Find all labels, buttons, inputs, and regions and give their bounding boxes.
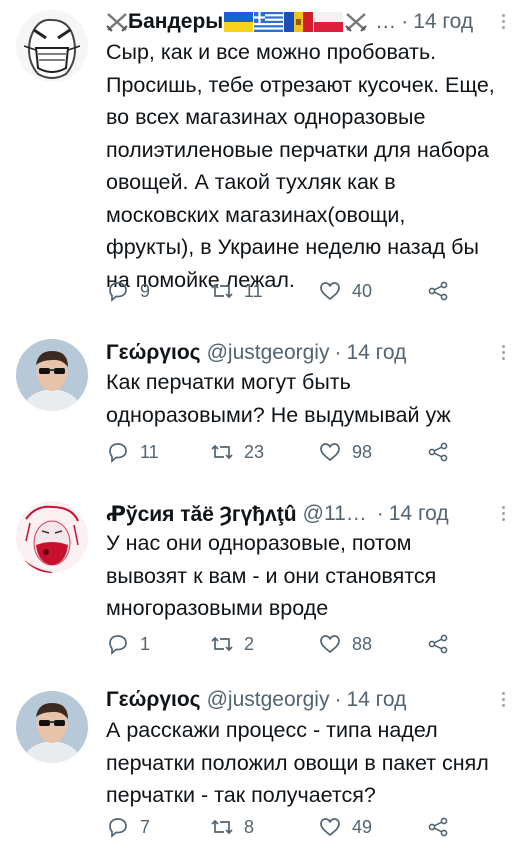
display-name[interactable]: Бандеры xyxy=(106,10,367,34)
user-photo-icon xyxy=(16,339,88,411)
like-count: 40 xyxy=(352,280,373,301)
more-icon[interactable] xyxy=(502,14,508,29)
reply-icon xyxy=(109,818,127,838)
crossed-swords-icon xyxy=(106,13,128,32)
timestamp[interactable]: 14 год xyxy=(346,688,406,712)
share-button[interactable] xyxy=(426,279,450,303)
retweet-count: 23 xyxy=(244,441,265,462)
retweet-icon xyxy=(211,636,233,652)
reply-button[interactable]: 11 xyxy=(106,440,159,464)
tweet-text: Как перчатки могут быть одноразовыми? Не… xyxy=(106,370,451,427)
like-button[interactable]: 40 xyxy=(318,279,372,303)
display-name[interactable]: Ꝓўсия тӑё Ȝгүђʌţû xyxy=(106,502,297,527)
handle[interactable]: @justgeorgiy xyxy=(207,688,330,712)
tweet-4[interactable]: Γεώργιος @justgeorgiy · 14 год А расскаж… xyxy=(0,675,526,858)
share-icon xyxy=(428,442,448,462)
display-name[interactable]: Γεώργιος xyxy=(106,341,201,365)
like-icon xyxy=(320,818,340,837)
like-button[interactable]: 98 xyxy=(318,440,372,464)
poland-flag-icon xyxy=(314,12,344,32)
user-photo-icon xyxy=(16,691,88,763)
crossed-swords-icon xyxy=(345,13,367,32)
avatar[interactable] xyxy=(16,10,88,82)
more-icon[interactable] xyxy=(502,692,508,707)
like-button[interactable]: 49 xyxy=(318,815,372,839)
share-button[interactable] xyxy=(426,632,450,656)
share-icon xyxy=(428,817,448,837)
more-icon[interactable] xyxy=(502,345,508,360)
separator-dot: · xyxy=(401,10,409,33)
avatar[interactable] xyxy=(16,501,88,573)
like-icon xyxy=(320,443,340,462)
timestamp[interactable]: 14 год xyxy=(389,502,449,526)
like-count: 98 xyxy=(352,441,373,462)
retweet-button[interactable]: 2 xyxy=(210,632,254,656)
handle-truncated: … xyxy=(375,10,397,33)
retweet-count: 2 xyxy=(244,633,255,654)
retweet-button[interactable]: 11 xyxy=(210,279,263,303)
reply-button[interactable]: 9 xyxy=(106,279,150,303)
tweet-1[interactable]: Бандеры … · 14 год Сыр, как и все можно … xyxy=(0,0,526,315)
like-icon xyxy=(320,635,340,654)
tweet-3[interactable]: Ꝓўсия тӑё Ȝгүђʌţû @11… · 14 год У нас он… xyxy=(0,485,526,675)
share-button[interactable] xyxy=(426,440,450,464)
like-count: 49 xyxy=(352,816,373,837)
avatar[interactable] xyxy=(16,691,88,763)
like-button[interactable]: 88 xyxy=(318,632,372,656)
reply-icon xyxy=(109,635,127,655)
masked-figure-art-icon xyxy=(16,501,88,573)
handle[interactable]: @11… xyxy=(303,502,367,526)
reply-count: 1 xyxy=(140,633,151,654)
reply-button[interactable]: 7 xyxy=(106,815,150,839)
share-button[interactable] xyxy=(426,815,450,839)
tweet-text: У нас они одноразовые, потом вывозят к в… xyxy=(106,531,437,620)
more-icon[interactable] xyxy=(502,506,508,521)
moldova-flag-icon xyxy=(284,12,314,32)
tweet-text: А расскажи процесс - типа надел перчатки… xyxy=(106,718,489,807)
tweet-2[interactable]: Γεώργιος @justgeorgiy · 14 год Как перча… xyxy=(0,315,526,485)
reply-count: 7 xyxy=(140,816,151,837)
avatar[interactable] xyxy=(16,339,88,411)
greece-flag-icon xyxy=(254,12,284,32)
reply-button[interactable]: 1 xyxy=(106,632,150,656)
retweet-button[interactable]: 23 xyxy=(210,440,264,464)
masked-face-sketch-icon xyxy=(16,10,88,82)
like-icon xyxy=(320,282,340,301)
separator-dot: · xyxy=(334,688,342,711)
share-icon xyxy=(428,634,448,654)
timestamp[interactable]: 14 год xyxy=(413,10,473,34)
handle[interactable]: @justgeorgiy xyxy=(207,341,330,365)
reply-count: 11 xyxy=(140,441,159,462)
reply-icon xyxy=(109,443,127,463)
tweet-text: Сыр, как и все можно пробовать. Просишь,… xyxy=(106,40,495,292)
timestamp[interactable]: 14 год xyxy=(346,341,406,365)
retweet-button[interactable]: 8 xyxy=(210,815,254,839)
share-icon xyxy=(428,281,448,301)
like-count: 88 xyxy=(352,633,373,654)
retweet-count: 8 xyxy=(244,816,255,837)
separator-dot: · xyxy=(334,341,342,364)
reply-count: 9 xyxy=(140,280,151,301)
display-name[interactable]: Γεώργιος xyxy=(106,688,201,712)
ukraine-flag-icon xyxy=(224,12,254,32)
retweet-icon xyxy=(211,819,233,835)
separator-dot: · xyxy=(376,502,384,525)
reply-icon xyxy=(109,282,127,302)
retweet-icon xyxy=(211,444,233,460)
retweet-count: 11 xyxy=(244,280,263,301)
retweet-icon xyxy=(211,283,233,299)
